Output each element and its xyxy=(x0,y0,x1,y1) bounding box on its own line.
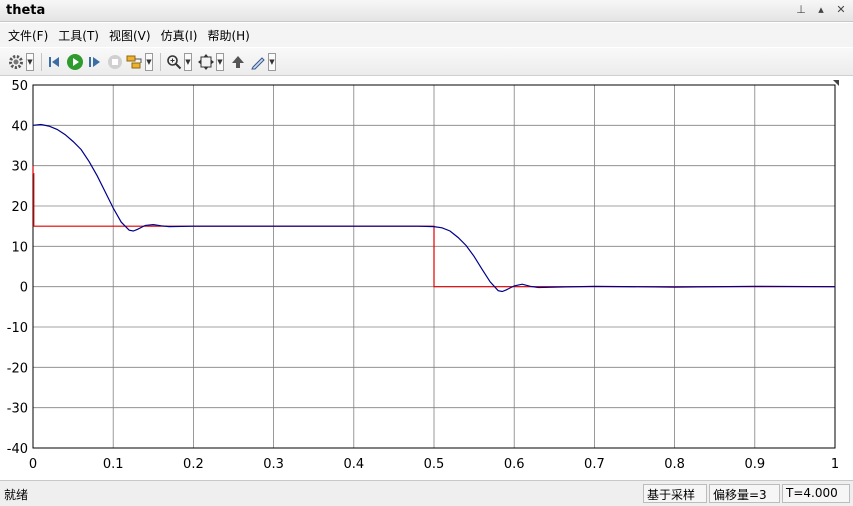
y-tick-label: 40 xyxy=(11,119,28,134)
gear-dropdown[interactable]: ▼ xyxy=(26,52,34,71)
status-time: T=4.000 xyxy=(782,484,850,503)
step-back-icon[interactable] xyxy=(45,52,65,72)
save-icon[interactable] xyxy=(228,52,248,72)
y-tick-label: -30 xyxy=(7,402,28,417)
pin-icon[interactable]: ⊥ xyxy=(793,2,809,18)
step-forward-icon[interactable] xyxy=(85,52,105,72)
edit-style-dropdown[interactable]: ▼ xyxy=(268,52,276,71)
y-tick-label: 0 xyxy=(20,281,28,296)
collapse-icon[interactable]: ▴ xyxy=(813,2,829,18)
y-tick-label: -40 xyxy=(7,442,28,457)
status-offset: 偏移量=3 xyxy=(709,484,780,503)
toolbar-separator xyxy=(160,52,161,71)
title-bar: theta ⊥ ▴ ✕ xyxy=(0,0,853,22)
window-title: theta xyxy=(6,3,46,18)
x-tick-label: 0.7 xyxy=(584,457,605,472)
zoom-dropdown[interactable]: ▼ xyxy=(184,52,192,71)
x-tick-label: 0.9 xyxy=(744,457,765,472)
signal-select-dropdown[interactable]: ▼ xyxy=(145,52,153,71)
y-tick-label: -10 xyxy=(7,321,28,336)
x-tick-label: 0.4 xyxy=(343,457,364,472)
fit-to-view-icon[interactable] xyxy=(196,52,216,72)
toolbar-separator xyxy=(41,52,42,71)
menu-file[interactable]: 文件(F) xyxy=(4,27,52,44)
signal-select-icon[interactable] xyxy=(125,52,145,72)
chart[interactable]: 0 0.1 0.2 0.3 0.4 0.5 0.6 0.7 0.8 0.9 1 50 40 30 20 10 0… xyxy=(0,77,853,477)
status-bar: 就绪 基于采样 偏移量=3 T=4.000 xyxy=(0,480,853,506)
x-tick-label: 0.1 xyxy=(103,457,124,472)
menu-help[interactable]: 帮助(H) xyxy=(203,27,253,44)
run-icon[interactable] xyxy=(65,52,85,72)
y-tick-label: 30 xyxy=(11,160,28,175)
toolbar: ▼ ▼ ▼ ▼ ▼ xyxy=(0,48,853,76)
zoom-icon[interactable] xyxy=(164,52,184,72)
x-tick-label: 0 xyxy=(29,457,37,472)
menu-bar: 文件(F) 工具(T) 视图(V) 仿真(I) 帮助(H) xyxy=(0,23,853,47)
y-tick-label: 20 xyxy=(11,200,28,215)
y-tick-label: -20 xyxy=(7,361,28,376)
status-ready: 就绪 xyxy=(4,488,29,502)
gear-icon[interactable] xyxy=(6,52,26,72)
y-tick-label: 50 xyxy=(11,79,28,94)
x-tick-label: 0.6 xyxy=(504,457,525,472)
plot-area[interactable]: 0 0.1 0.2 0.3 0.4 0.5 0.6 0.7 0.8 0.9 1 50 40 30 20 10 0… xyxy=(0,77,853,477)
fit-to-view-dropdown[interactable]: ▼ xyxy=(216,52,224,71)
status-sample-mode: 基于采样 xyxy=(643,484,707,503)
menu-simulation[interactable]: 仿真(I) xyxy=(157,27,202,44)
menu-view[interactable]: 视图(V) xyxy=(105,27,155,44)
x-tick-label: 0.3 xyxy=(263,457,284,472)
x-tick-label: 1 xyxy=(831,457,839,472)
x-tick-label: 0.5 xyxy=(424,457,445,472)
x-tick-label: 0.2 xyxy=(183,457,204,472)
close-icon[interactable]: ✕ xyxy=(833,2,849,18)
menu-tools[interactable]: 工具(T) xyxy=(54,27,103,44)
x-tick-label: 0.8 xyxy=(664,457,685,472)
y-tick-label: 10 xyxy=(11,240,28,255)
stop-icon[interactable] xyxy=(105,52,125,72)
edit-style-icon[interactable] xyxy=(248,52,268,72)
